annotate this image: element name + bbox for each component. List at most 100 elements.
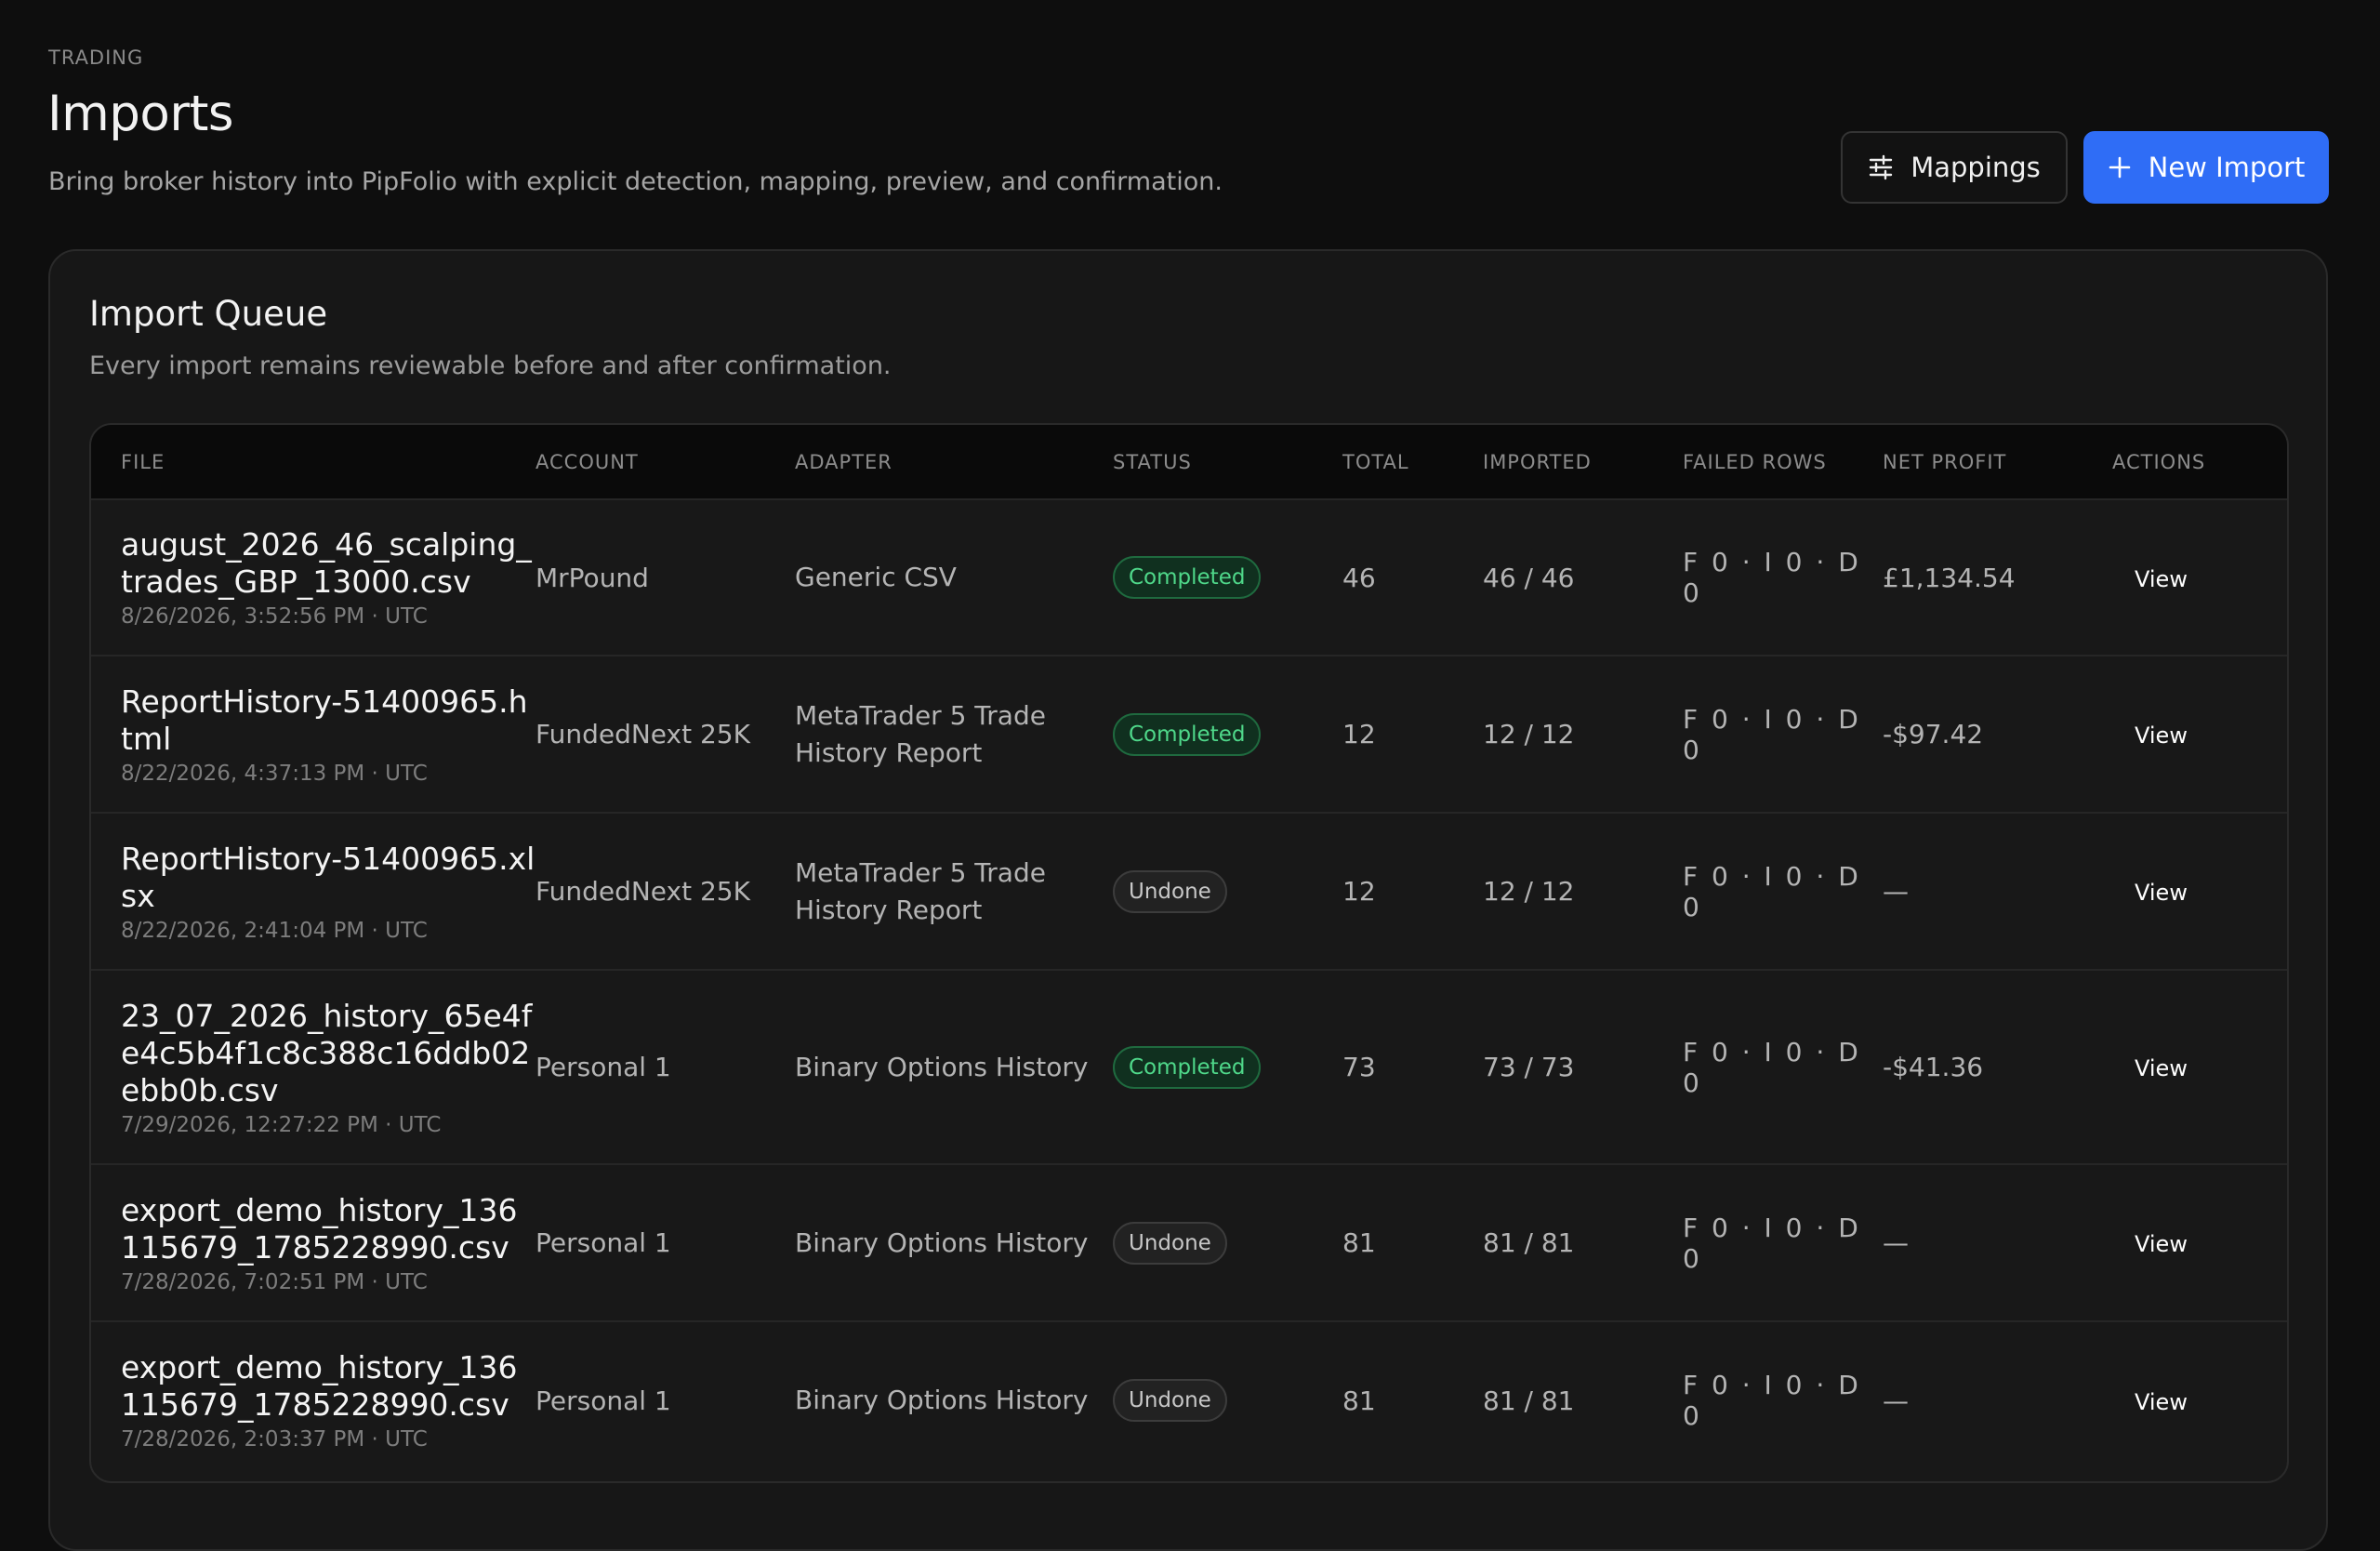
imported-cell: 12 / 12 (1483, 655, 1683, 813)
failed-rows-cell: F 0 · I 0 · D 0 (1683, 812, 1883, 970)
table-header-row: FILE ACCOUNT ADAPTER STATUS TOTAL IMPORT… (91, 425, 2287, 499)
actions-cell: View (2112, 1163, 2287, 1321)
view-button[interactable]: View (2112, 722, 2188, 749)
failed-rows-cell: F 0 · I 0 · D 0 (1683, 1163, 1883, 1321)
import-queue-title: Import Queue (89, 294, 328, 334)
net-profit-cell: -$41.36 (1883, 969, 2112, 1164)
column-header-total[interactable]: TOTAL (1342, 425, 1483, 499)
adapter-cell: Binary Options History (795, 1163, 1113, 1321)
actions-cell: View (2112, 812, 2287, 970)
status-badge: Undone (1113, 869, 1227, 913)
view-button[interactable]: View (2112, 1231, 2188, 1257)
failed-rows-cell: F 0 · I 0 · D 0 (1683, 1320, 1883, 1478)
file-name: export_demo_history_136115679_1785228990… (121, 1349, 518, 1423)
column-header-failed-rows[interactable]: FAILED ROWS (1683, 425, 1883, 499)
status-badge: Undone (1113, 1379, 1227, 1422)
status-cell: Undone (1113, 1163, 1342, 1321)
imports-table: FILE ACCOUNT ADAPTER STATUS TOTAL IMPORT… (89, 423, 2289, 1483)
imported-cell: 81 / 81 (1483, 1320, 1683, 1478)
table-row[interactable]: ReportHistory-51400965.xlsx 8/22/2026, 2… (91, 812, 2287, 970)
table-row[interactable]: export_demo_history_136115679_1785228990… (91, 1163, 2287, 1321)
failed-rows-cell: F 0 · I 0 · D 0 (1683, 498, 1883, 656)
file-date: 7/28/2026, 7:02:51 PM · UTC (121, 1269, 428, 1294)
view-button[interactable]: View (2112, 880, 2188, 906)
total-cell: 46 (1342, 498, 1483, 656)
actions-cell: View (2112, 1320, 2287, 1478)
account-cell: Personal 1 (536, 969, 795, 1164)
total-cell: 12 (1342, 655, 1483, 813)
column-header-imported[interactable]: IMPORTED (1483, 425, 1683, 499)
file-cell: august_2026_46_scalping_trades_GBP_13000… (91, 498, 536, 656)
import-queue-subtitle: Every import remains reviewable before a… (89, 351, 892, 380)
view-button[interactable]: View (2112, 1055, 2188, 1081)
column-header-adapter[interactable]: ADAPTER (795, 425, 1113, 499)
file-name: ReportHistory-51400965.xlsx (121, 840, 536, 914)
actions-cell: View (2112, 655, 2287, 813)
view-button[interactable]: View (2112, 566, 2188, 592)
import-queue-card: Import Queue Every import remains review… (48, 249, 2328, 1551)
account-cell: Personal 1 (536, 1320, 795, 1478)
table-row[interactable]: ReportHistory-51400965.html 8/22/2026, 4… (91, 655, 2287, 813)
total-cell: 81 (1342, 1163, 1483, 1321)
view-button[interactable]: View (2112, 1389, 2188, 1415)
status-badge: Undone (1113, 1221, 1227, 1265)
adapter-cell: MetaTrader 5 Trade History Report (795, 655, 1113, 813)
table-row[interactable]: 23_07_2026_history_65e4fe4c5b4f1c8c388c1… (91, 969, 2287, 1164)
status-badge: Completed (1113, 1045, 1262, 1089)
new-import-button-label: New Import (2148, 152, 2306, 183)
file-name: august_2026_46_scalping_trades_GBP_13000… (121, 526, 532, 600)
file-cell: ReportHistory-51400965.xlsx 8/22/2026, 2… (91, 812, 536, 970)
page-subtitle: Bring broker history into PipFolio with … (48, 167, 1223, 196)
status-badge: Completed (1113, 556, 1262, 599)
file-date: 7/28/2026, 2:03:37 PM · UTC (121, 1427, 428, 1452)
actions-cell: View (2112, 969, 2287, 1164)
imported-cell: 46 / 46 (1483, 498, 1683, 656)
adapter-cell: Generic CSV (795, 498, 1113, 656)
net-profit-cell: £1,134.54 (1883, 498, 2112, 656)
table-row[interactable]: august_2026_46_scalping_trades_GBP_13000… (91, 498, 2287, 656)
new-import-button[interactable]: New Import (2083, 131, 2329, 204)
table-row[interactable]: export_demo_history_136115679_1785228990… (91, 1320, 2287, 1478)
sliders-icon (1868, 154, 1894, 180)
failed-rows-cell: F 0 · I 0 · D 0 (1683, 655, 1883, 813)
file-cell: ReportHistory-51400965.html 8/22/2026, 4… (91, 655, 536, 813)
file-date: 8/22/2026, 2:41:04 PM · UTC (121, 918, 428, 943)
mappings-button[interactable]: Mappings (1841, 131, 2068, 204)
column-header-account[interactable]: ACCOUNT (536, 425, 795, 499)
imported-cell: 81 / 81 (1483, 1163, 1683, 1321)
imported-cell: 12 / 12 (1483, 812, 1683, 970)
mappings-button-label: Mappings (1911, 152, 2041, 183)
status-badge: Completed (1113, 712, 1262, 756)
column-header-status[interactable]: STATUS (1113, 425, 1342, 499)
file-name: ReportHistory-51400965.html (121, 683, 528, 757)
actions-cell: View (2112, 498, 2287, 656)
status-cell: Undone (1113, 812, 1342, 970)
file-date: 8/26/2026, 3:52:56 PM · UTC (121, 604, 428, 629)
net-profit-cell: — (1883, 1320, 2112, 1478)
total-cell: 12 (1342, 812, 1483, 970)
column-header-actions: ACTIONS (2112, 450, 2206, 473)
file-date: 8/22/2026, 4:37:13 PM · UTC (121, 761, 428, 786)
account-cell: FundedNext 25K (536, 812, 795, 970)
account-cell: Personal 1 (536, 1163, 795, 1321)
adapter-cell: MetaTrader 5 Trade History Report (795, 812, 1113, 970)
file-date: 7/29/2026, 12:27:22 PM · UTC (121, 1112, 442, 1137)
net-profit-cell: — (1883, 812, 2112, 970)
account-cell: MrPound (536, 498, 795, 656)
page-title: Imports (47, 86, 234, 142)
column-header-file[interactable]: FILE (91, 425, 536, 499)
status-cell: Completed (1113, 498, 1342, 656)
adapter-cell: Binary Options History (795, 1320, 1113, 1478)
file-name: 23_07_2026_history_65e4fe4c5b4f1c8c388c1… (121, 997, 533, 1108)
adapter-cell: Binary Options History (795, 969, 1113, 1164)
imported-cell: 73 / 73 (1483, 969, 1683, 1164)
account-cell: FundedNext 25K (536, 655, 795, 813)
file-cell: 23_07_2026_history_65e4fe4c5b4f1c8c388c1… (91, 969, 536, 1164)
column-header-net-profit[interactable]: NET PROFIT (1883, 425, 2112, 499)
file-cell: export_demo_history_136115679_1785228990… (91, 1163, 536, 1321)
total-cell: 73 (1342, 969, 1483, 1164)
total-cell: 81 (1342, 1320, 1483, 1478)
failed-rows-cell: F 0 · I 0 · D 0 (1683, 969, 1883, 1164)
status-cell: Undone (1113, 1320, 1342, 1478)
status-cell: Completed (1113, 969, 1342, 1164)
